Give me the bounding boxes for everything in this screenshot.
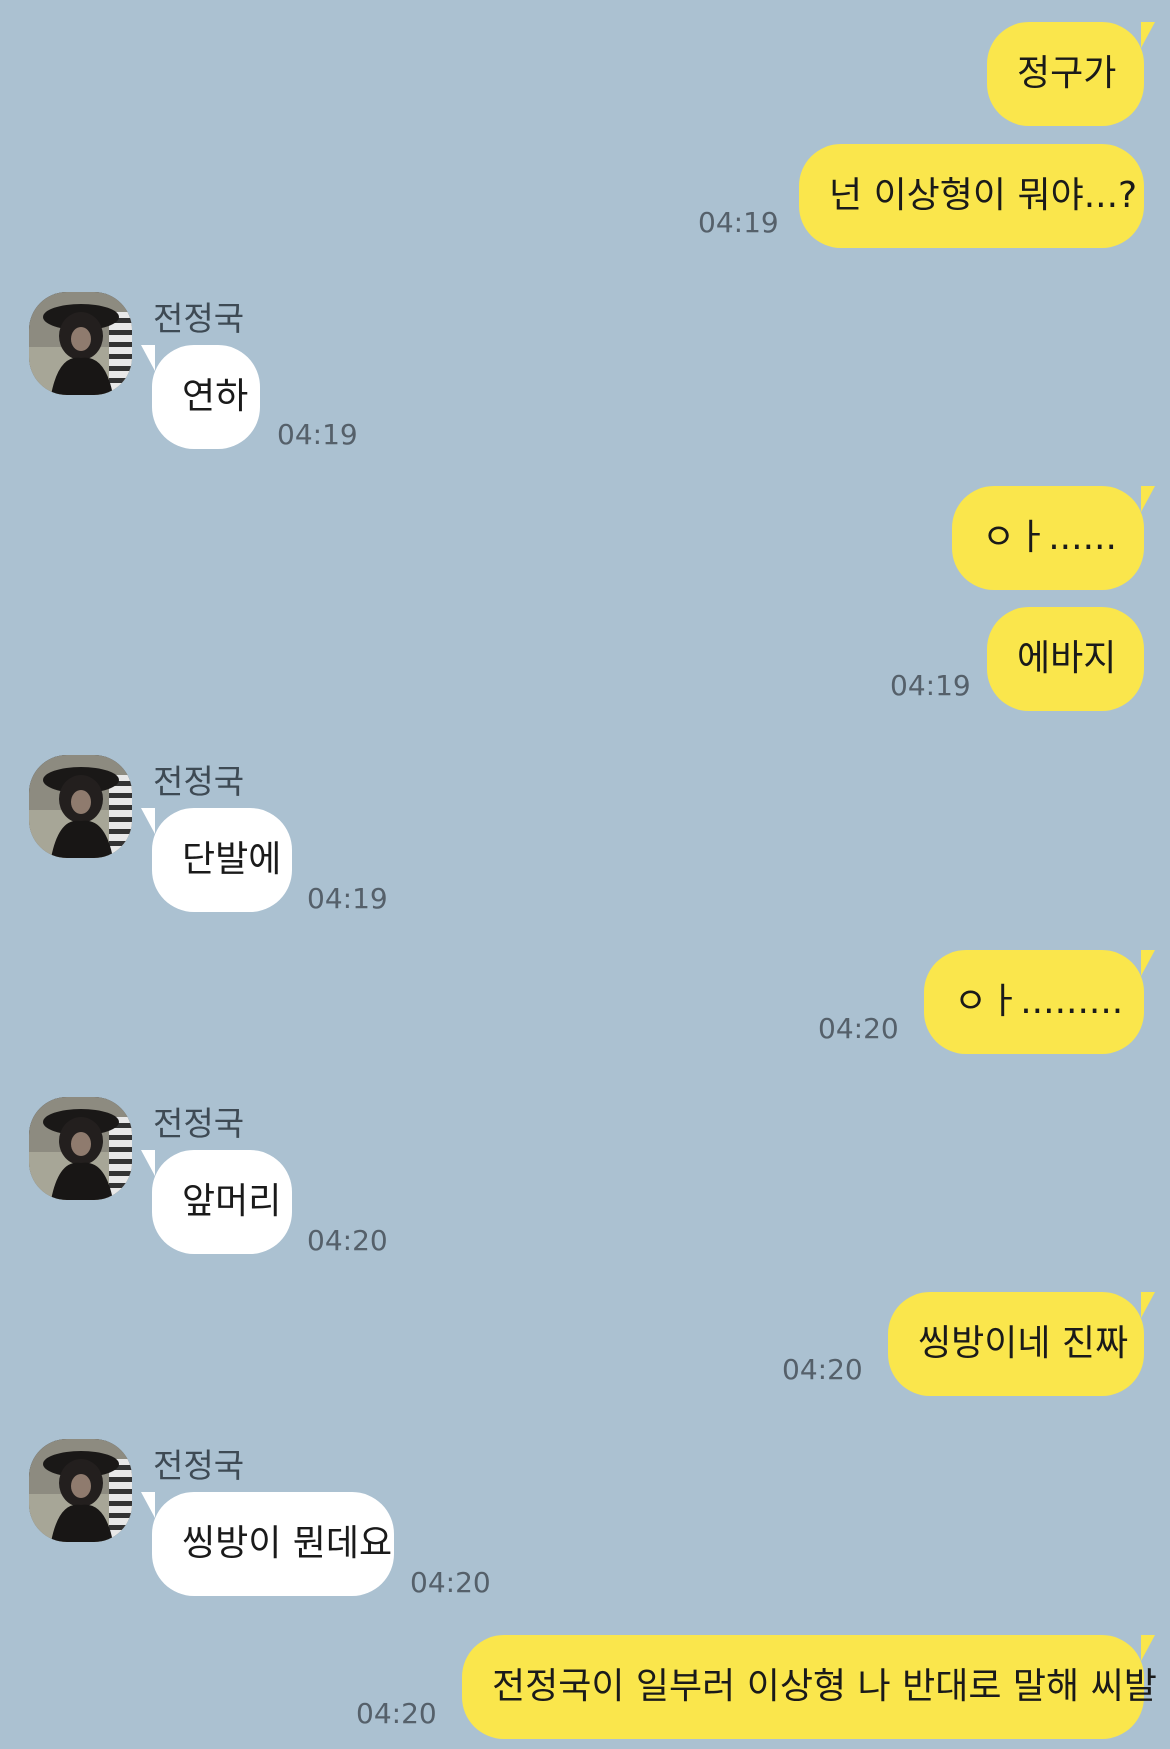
my-message-bubble[interactable]: 정구가 [987, 22, 1155, 126]
message-time: 04:19 [698, 206, 779, 239]
my-message-bubble[interactable]: 에바지 [987, 607, 1144, 711]
profile-photo-icon[interactable] [29, 755, 132, 858]
their-message-bubble[interactable]: 연하 [141, 345, 260, 449]
chat-room[interactable]: 정구가 04:19 넌 이상형이 뭐야...? 전정국 연하 04:19 ㅇㅏ.… [0, 0, 1170, 1749]
message-time: 04:19 [307, 882, 388, 915]
their-message-bubble[interactable]: 단발에 [141, 808, 292, 912]
message-time: 04:19 [890, 669, 971, 702]
profile-photo-icon[interactable] [29, 1439, 132, 1542]
sender-name: 전정국 [153, 1446, 245, 1485]
sender-name: 전정국 [153, 762, 245, 801]
profile-photo-icon[interactable] [29, 292, 132, 395]
their-message-bubble[interactable]: 씽방이 뭔데요 [141, 1492, 394, 1596]
my-message-bubble[interactable]: 전정국이 일부러 이상형 나 반대로 말해 씨발 [462, 1635, 1157, 1739]
profile-photo-icon[interactable] [29, 1097, 132, 1200]
message-time: 04:20 [307, 1224, 388, 1257]
their-message-bubble[interactable]: 앞머리 [141, 1150, 292, 1254]
sender-name: 전정국 [153, 1104, 245, 1143]
my-message-bubble[interactable]: ㅇㅏ...... [952, 486, 1155, 590]
message-time: 04:20 [410, 1566, 491, 1599]
my-message-bubble[interactable]: ㅇㅏ......... [924, 950, 1155, 1054]
message-time: 04:19 [277, 418, 358, 451]
my-message-bubble[interactable]: 씽방이네 진짜 [888, 1292, 1155, 1396]
my-message-bubble[interactable]: 넌 이상형이 뭐야...? [799, 144, 1144, 248]
message-time: 04:20 [818, 1012, 899, 1045]
message-time: 04:20 [356, 1697, 437, 1730]
message-time: 04:20 [782, 1353, 863, 1386]
sender-name: 전정국 [153, 299, 245, 338]
